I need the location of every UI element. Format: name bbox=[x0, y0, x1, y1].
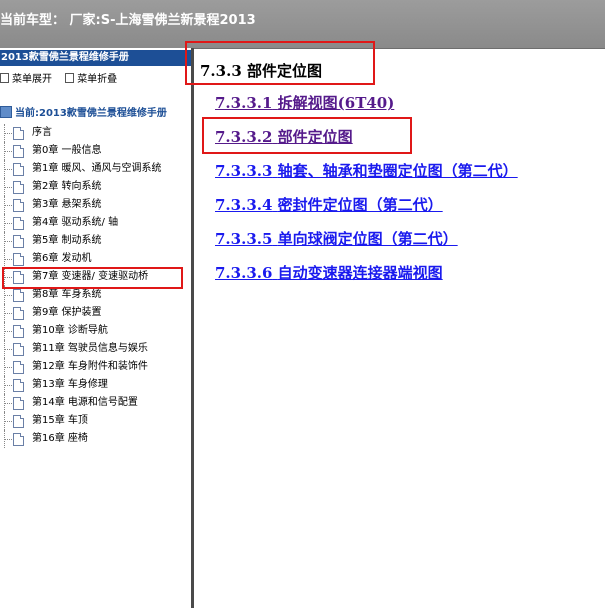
expand-menu-label: 菜单展开 bbox=[12, 74, 52, 85]
tree-branch bbox=[5, 169, 12, 170]
sidebar: 2013款雪佛兰景程维修手册 菜单展开 菜单折叠 当前:2013款雪佛兰景程维修… bbox=[0, 48, 191, 608]
manual-title: 2013款雪佛兰景程维修手册 bbox=[1, 52, 129, 63]
tree-item[interactable]: 第4章 驱动系统/ 轴 bbox=[0, 214, 191, 232]
tree-item-label: 第14章 电源和信号配置 bbox=[32, 397, 138, 408]
subsection-link-highlight bbox=[202, 117, 412, 154]
tree-item-label: 第0章 一般信息 bbox=[32, 145, 102, 156]
document-icon bbox=[13, 217, 24, 230]
subsection-number: 7.3.3.5 bbox=[215, 230, 273, 248]
subsection-title: 自动变速器连接器端视图 bbox=[277, 264, 443, 282]
manual-title-bar: 2013款雪佛兰景程维修手册 bbox=[0, 50, 191, 66]
subsection-link[interactable]: 7.3.3.3 轴套、轴承和垫圈定位图（第二代） bbox=[215, 160, 518, 194]
subsection-title: 密封件定位图（第二代） bbox=[277, 196, 443, 214]
tree-item[interactable]: 第14章 电源和信号配置 bbox=[0, 394, 191, 412]
tree-branch bbox=[5, 439, 12, 440]
tree-item[interactable]: 第2章 转向系统 bbox=[0, 178, 191, 196]
pane-divider[interactable] bbox=[191, 48, 194, 608]
document-icon bbox=[13, 235, 24, 248]
tree-root-label: 当前:2013款雪佛兰景程维修手册 bbox=[15, 108, 167, 119]
tree-branch bbox=[5, 223, 12, 224]
tree-item[interactable]: 第10章 诊断导航 bbox=[0, 322, 191, 340]
section-heading-highlight bbox=[185, 41, 375, 85]
tree-branch bbox=[5, 187, 12, 188]
subsection-link[interactable]: 7.3.3.5 单向球阀定位图（第二代） bbox=[215, 228, 518, 262]
tree-item-label: 第3章 悬架系统 bbox=[32, 199, 102, 210]
tree-item-label: 第5章 制动系统 bbox=[32, 235, 102, 246]
tree-item[interactable]: 序言 bbox=[0, 124, 191, 142]
selected-chapter-highlight bbox=[2, 267, 183, 289]
tree-item-label: 第11章 驾驶员信息与娱乐 bbox=[32, 343, 148, 354]
document-icon bbox=[13, 379, 24, 392]
tree-branch bbox=[5, 259, 12, 260]
tree-item-label: 第6章 发动机 bbox=[32, 253, 92, 264]
tree-item-label: 第13章 车身修理 bbox=[32, 379, 108, 390]
tree-branch bbox=[5, 313, 12, 314]
tree-item[interactable]: 第0章 一般信息 bbox=[0, 142, 191, 160]
tree-item[interactable]: 第13章 车身修理 bbox=[0, 376, 191, 394]
tree-item[interactable]: 第6章 发动机 bbox=[0, 250, 191, 268]
tree-item-label: 第4章 驱动系统/ 轴 bbox=[32, 217, 119, 228]
document-icon bbox=[13, 127, 24, 140]
document-icon bbox=[13, 415, 24, 428]
tree-branch bbox=[5, 151, 12, 152]
expand-icon bbox=[0, 73, 9, 83]
document-icon bbox=[13, 289, 24, 302]
tree-item[interactable]: 第5章 制动系统 bbox=[0, 232, 191, 250]
document-icon bbox=[13, 361, 24, 374]
subsection-link[interactable]: 7.3.3.4 密封件定位图（第二代） bbox=[215, 194, 518, 228]
tree-item-label: 第2章 转向系统 bbox=[32, 181, 102, 192]
subsection-number: 7.3.3.6 bbox=[215, 264, 273, 282]
tree-branch bbox=[5, 133, 12, 134]
document-icon bbox=[13, 325, 24, 338]
tree-item-label: 序言 bbox=[32, 127, 52, 138]
tree-branch bbox=[5, 295, 12, 296]
document-icon bbox=[13, 343, 24, 356]
tree-item[interactable]: 第16章 座椅 bbox=[0, 430, 191, 448]
tree-branch bbox=[5, 349, 12, 350]
tree-branch bbox=[5, 385, 12, 386]
subsection-title: 轴套、轴承和垫圈定位图（第二代） bbox=[277, 162, 518, 180]
tree-item-label: 第12章 车身附件和装饰件 bbox=[32, 361, 148, 372]
collapse-menu-label: 菜单折叠 bbox=[77, 74, 118, 85]
subsection-title: 拆解视图(6T40) bbox=[277, 94, 395, 112]
tree-item[interactable]: 第15章 车顶 bbox=[0, 412, 191, 430]
subsection-title: 单向球阀定位图（第二代） bbox=[277, 230, 458, 248]
document-icon bbox=[13, 397, 24, 410]
tree-branch bbox=[5, 403, 12, 404]
document-icon bbox=[13, 199, 24, 212]
tree-branch bbox=[5, 421, 12, 422]
tree-root[interactable]: 当前:2013款雪佛兰景程维修手册 bbox=[0, 104, 167, 119]
subsection-link[interactable]: 7.3.3.6 自动变速器连接器端视图 bbox=[215, 262, 518, 296]
tree-item-label: 第9章 保护装置 bbox=[32, 307, 102, 318]
book-icon bbox=[0, 106, 12, 118]
collapse-icon bbox=[65, 73, 75, 83]
subsection-number: 7.3.3.1 bbox=[215, 94, 273, 112]
collapse-menu-button[interactable]: 菜单折叠 bbox=[65, 70, 117, 85]
tree-branch bbox=[5, 241, 12, 242]
subsection-number: 7.3.3.3 bbox=[215, 162, 273, 180]
tree-branch bbox=[5, 205, 12, 206]
tree-item-label: 第15章 车顶 bbox=[32, 415, 88, 426]
tree-item[interactable]: 第9章 保护装置 bbox=[0, 304, 191, 322]
document-icon bbox=[13, 163, 24, 176]
document-icon bbox=[13, 307, 24, 320]
tree-item[interactable]: 第3章 悬架系统 bbox=[0, 196, 191, 214]
current-vehicle-label: 当前车型： 厂家:S-上海雪佛兰新景程2013 bbox=[0, 13, 256, 28]
tree-branch bbox=[5, 367, 12, 368]
expand-menu-button[interactable]: 菜单展开 bbox=[0, 70, 52, 85]
subsection-number: 7.3.3.4 bbox=[215, 196, 273, 214]
tree-item[interactable]: 第11章 驾驶员信息与娱乐 bbox=[0, 340, 191, 358]
document-icon bbox=[13, 181, 24, 194]
tree-item[interactable]: 第1章 暖风、通风与空调系统 bbox=[0, 160, 191, 178]
tree-branch bbox=[5, 331, 12, 332]
tree-item-label: 第1章 暖风、通风与空调系统 bbox=[32, 163, 162, 174]
tree-item-label: 第10章 诊断导航 bbox=[32, 325, 108, 336]
tree-item-label: 第16章 座椅 bbox=[32, 433, 88, 444]
document-icon bbox=[13, 253, 24, 266]
document-icon bbox=[13, 433, 24, 446]
menu-operations: 菜单展开 菜单折叠 bbox=[0, 70, 127, 85]
document-icon bbox=[13, 145, 24, 158]
tree-item[interactable]: 第12章 车身附件和装饰件 bbox=[0, 358, 191, 376]
